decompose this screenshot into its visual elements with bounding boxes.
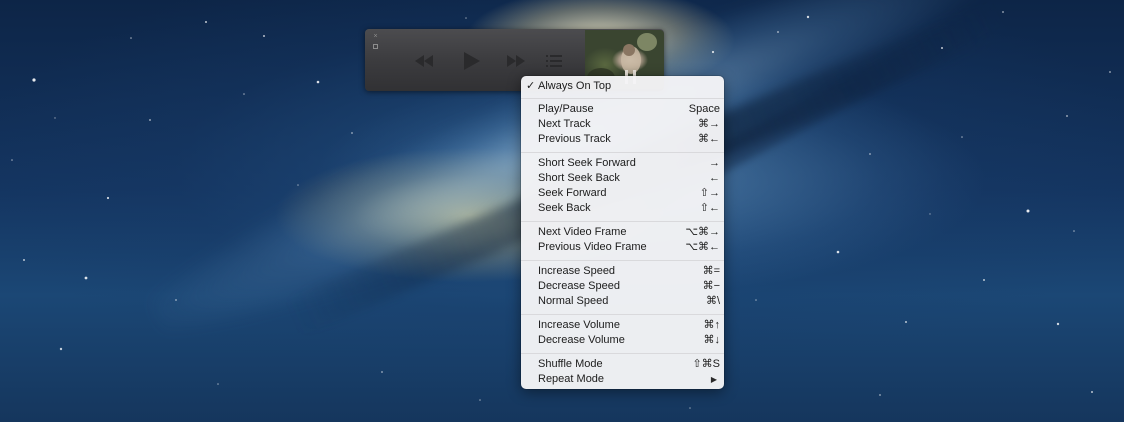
- shortcut: ←: [709, 172, 720, 184]
- checkmark-icon: ✓: [526, 80, 536, 92]
- shortcut: ⌥⌘→: [685, 226, 720, 238]
- menu-item-next-video-frame[interactable]: Next Video Frame ⌥⌘→: [521, 225, 724, 240]
- shortcut: ⌘=: [702, 265, 720, 277]
- menu-item-shuffle-mode[interactable]: Shuffle Mode ⇧⌘S: [521, 357, 724, 372]
- shortcut: ⌘←: [698, 133, 720, 145]
- rewind-button[interactable]: [414, 51, 434, 71]
- menu-item-previous-video-frame[interactable]: Previous Video Frame ⌥⌘←: [521, 240, 724, 255]
- playlist-icon: [546, 54, 562, 67]
- menu-item-always-on-top[interactable]: ✓ Always On Top: [521, 79, 724, 94]
- playlist-button[interactable]: [546, 51, 562, 71]
- menu-item-seek-forward[interactable]: Seek Forward ⇧→: [521, 186, 724, 201]
- menu-separator: [521, 221, 724, 222]
- rewind-icon: [415, 55, 433, 67]
- shortcut: ⌘→: [698, 118, 720, 130]
- menu-item-decrease-volume[interactable]: Decrease Volume ⌘↓: [521, 333, 724, 348]
- menu-item-next-track[interactable]: Next Track ⌘→: [521, 117, 724, 132]
- shortcut: ⇧→: [699, 187, 720, 199]
- shortcut: ⇧⌘S: [692, 358, 720, 370]
- shortcut: ⌥⌘←: [685, 241, 720, 253]
- zoom-icon[interactable]: [373, 44, 378, 49]
- close-icon[interactable]: ×: [373, 33, 378, 40]
- menu-separator: [521, 260, 724, 261]
- menu-item-repeat-mode[interactable]: Repeat Mode ▶: [521, 372, 724, 387]
- menu-separator: [521, 314, 724, 315]
- play-button[interactable]: [461, 51, 481, 71]
- menu-separator: [521, 98, 724, 99]
- menu-separator: [521, 353, 724, 354]
- shortcut: Space: [688, 103, 720, 115]
- submenu-arrow-icon: ▶: [710, 375, 717, 384]
- menu-item-normal-speed[interactable]: Normal Speed ⌘\: [521, 294, 724, 309]
- fast-forward-button[interactable]: [506, 51, 526, 71]
- menu-item-short-seek-forward[interactable]: Short Seek Forward →: [521, 156, 724, 171]
- shortcut: ⌘↑: [703, 319, 721, 331]
- shortcut: ⇧←: [699, 202, 720, 214]
- menu-separator: [521, 152, 724, 153]
- play-icon: [464, 52, 480, 70]
- menu-item-increase-speed[interactable]: Increase Speed ⌘=: [521, 264, 724, 279]
- menu-item-seek-back[interactable]: Seek Back ⇧←: [521, 201, 724, 216]
- menu-item-previous-track[interactable]: Previous Track ⌘←: [521, 132, 724, 147]
- shortcut: ⌘−: [702, 280, 720, 292]
- fast-forward-icon: [507, 55, 525, 67]
- menu-item-increase-volume[interactable]: Increase Volume ⌘↑: [521, 318, 724, 333]
- context-menu: ✓ Always On Top Play/Pause Space Next Tr…: [521, 76, 724, 389]
- menu-item-short-seek-back[interactable]: Short Seek Back ←: [521, 171, 724, 186]
- menu-item-play-pause[interactable]: Play/Pause Space: [521, 102, 724, 117]
- menu-item-decrease-speed[interactable]: Decrease Speed ⌘−: [521, 279, 724, 294]
- shortcut: →: [709, 157, 720, 169]
- shortcut: ⌘\: [705, 295, 720, 307]
- shortcut: ⌘↓: [703, 334, 721, 346]
